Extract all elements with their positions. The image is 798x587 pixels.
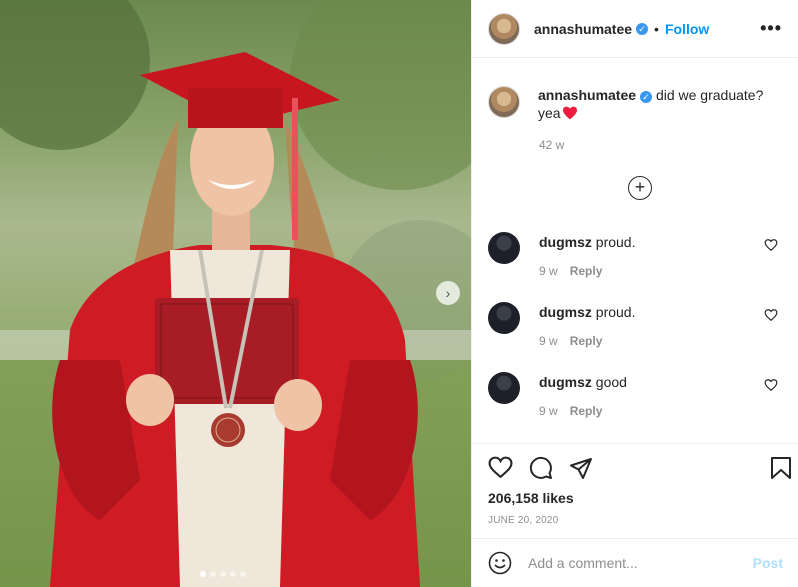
reply-button[interactable]: Reply [570,404,603,418]
comment: dugmsz proud. 9 w Reply [488,302,788,362]
caption-timestamp: 42 w [539,138,565,152]
comment-text: proud. [595,304,636,320]
comment-input[interactable] [528,555,753,571]
chevron-right-icon: › [445,285,451,301]
action-bar [472,443,798,490]
next-image-button[interactable]: › [436,281,460,305]
carousel-dots [200,571,246,577]
caption: annashumatee ✓ did we graduate? yea [488,86,788,122]
avatar[interactable] [488,12,520,45]
commenter-avatar[interactable] [488,372,520,404]
plus-icon: + [634,177,646,197]
comment-username[interactable]: dugmsz [539,234,592,250]
heart-emoji-icon [562,106,577,120]
carousel-dot [210,571,216,577]
post-date: JUNE 20, 2020 [488,515,559,526]
add-comment-bar: Post [472,538,798,587]
likes-count[interactable]: 206,158 likes [488,490,574,506]
verified-badge-icon: ✓ [636,22,649,35]
comment-username[interactable]: dugmsz [539,374,592,390]
post-panel: annashumatee ✓ • Follow ••• annashumatee… [471,0,798,587]
caption-username[interactable]: annashumatee [538,87,636,103]
post-header: annashumatee ✓ • Follow ••• [472,0,798,58]
comment-like-heart-icon[interactable] [764,308,778,322]
separator-dot: • [654,20,659,37]
bookmark-icon[interactable] [770,456,792,480]
caption-avatar[interactable] [488,86,520,118]
comment-text: proud. [595,234,636,250]
commenter-avatar[interactable] [488,302,520,334]
comment-like-heart-icon[interactable] [764,378,778,392]
carousel-dot [230,571,236,577]
post-comment-button[interactable]: Post [753,555,783,571]
load-more-comments-button[interactable]: + [628,176,652,200]
verified-badge-icon: ✓ [640,91,653,103]
commenter-avatar[interactable] [488,232,520,264]
post-photo[interactable]: › [0,0,471,587]
carousel-dot [200,571,206,577]
more-options-icon[interactable]: ••• [760,18,782,39]
comment: dugmsz proud. 9 w Reply [488,232,788,292]
comment-text: good [595,374,627,390]
heart-icon[interactable] [488,456,513,479]
follow-button[interactable]: Follow [665,21,709,37]
comment-time: 9 w [539,404,558,418]
comment-like-heart-icon[interactable] [764,238,778,252]
caption-text: annashumatee ✓ did we graduate? yea [538,86,788,122]
carousel-dot [220,571,226,577]
share-icon[interactable] [569,456,593,480]
photo-illustration [0,0,471,587]
header-username[interactable]: annashumatee [534,21,632,37]
comment-time: 9 w [539,264,558,278]
reply-button[interactable]: Reply [570,334,603,348]
comment-username[interactable]: dugmsz [539,304,592,320]
comment: dugmsz good 9 w Reply [488,372,788,432]
smiley-icon[interactable] [488,551,512,575]
comment-icon[interactable] [529,456,553,480]
reply-button[interactable]: Reply [570,264,603,278]
carousel-dot [240,571,246,577]
comment-time: 9 w [539,334,558,348]
